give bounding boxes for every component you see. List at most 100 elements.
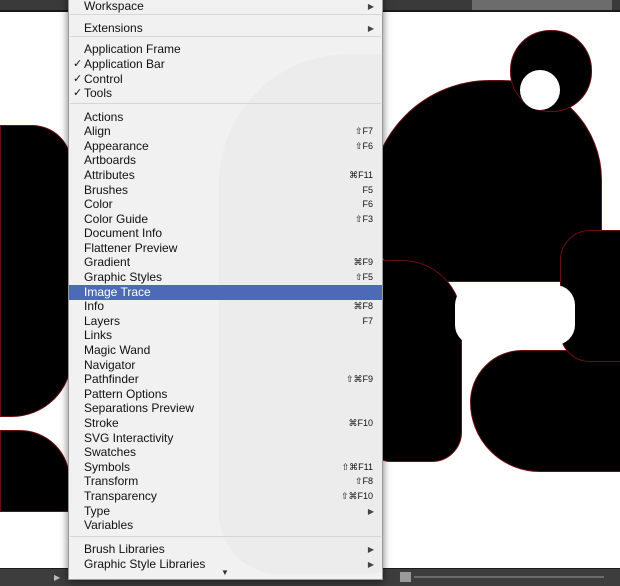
menu-scroll-down-icon[interactable]: ▼: [221, 568, 229, 577]
menu-item-label: Extensions: [84, 21, 143, 35]
menu-item-label: Image Trace: [84, 285, 151, 299]
artwork-shape: [370, 260, 462, 462]
menu-item-separations-preview[interactable]: Separations Preview: [69, 401, 382, 416]
menu-item-transparency[interactable]: Transparency ⇧⌘F10: [69, 489, 382, 504]
horizontal-scroll-track[interactable]: [414, 576, 604, 578]
menu-item-links[interactable]: Links: [69, 328, 382, 343]
menu-item-extensions[interactable]: Extensions ▶: [69, 21, 382, 36]
menu-item-label: Type: [84, 504, 111, 518]
menu-item-pathfinder[interactable]: Pathfinder ⇧⌘F9: [69, 372, 382, 387]
menu-item-label: Info: [84, 299, 105, 313]
menu-item-label: Brush Libraries: [84, 542, 165, 556]
menu-item-application-frame[interactable]: Application Frame: [69, 42, 382, 57]
menu-item-shortcut: ⌘F10: [348, 418, 373, 428]
menu-item-label: Document Info: [84, 226, 163, 240]
menu-item-label: Transform: [84, 474, 139, 488]
menu-item-color-guide[interactable]: Color Guide ⇧F3: [69, 212, 382, 227]
menu-item-shortcut: ⇧F6: [354, 141, 373, 151]
menu-item-label: Application Bar: [84, 57, 165, 71]
menu-item-shortcut: ⌘F8: [353, 301, 373, 311]
menu-item-label: SVG Interactivity: [84, 431, 174, 445]
menu-item-shortcut: F7: [362, 316, 373, 326]
menu-item-label: Gradient: [84, 255, 131, 269]
menu-item-control[interactable]: ✓ Control: [69, 72, 382, 87]
menu-item-shortcut: ⇧⌘F9: [345, 374, 373, 384]
menu-item-brush-libraries[interactable]: Brush Libraries ▶: [69, 542, 382, 557]
checkmark-icon: ✓: [73, 73, 83, 85]
menu-item-label: Variables: [84, 518, 134, 532]
menu-item-symbols[interactable]: Symbols ⇧⌘F11: [69, 460, 382, 475]
status-nav-arrow-icon[interactable]: ▶: [54, 573, 60, 582]
menu-item-label: Tools: [84, 86, 113, 100]
menu-item-label: Align: [84, 124, 111, 138]
menu-item-graphic-styles[interactable]: Graphic Styles ⇧F5: [69, 270, 382, 285]
menu-item-label: Artboards: [84, 153, 137, 167]
menu-item-flattener-preview[interactable]: Flattener Preview: [69, 241, 382, 256]
menu-item-workspace[interactable]: Workspace ▶: [69, 0, 382, 14]
menu-item-shortcut: ⇧⌘F11: [341, 462, 373, 472]
menu-separator: [70, 536, 381, 537]
menu-item-tools[interactable]: ✓ Tools: [69, 86, 382, 101]
artwork-gap: [520, 70, 560, 110]
submenu-arrow-icon: ▶: [367, 507, 374, 516]
menu-item-info[interactable]: Info ⌘F8: [69, 299, 382, 314]
menu-item-label: Workspace: [84, 0, 144, 13]
submenu-arrow-icon: ▶: [367, 2, 374, 11]
submenu-arrow-icon: ▶: [367, 24, 374, 33]
menu-item-shortcut: ⇧F7: [354, 126, 373, 136]
menu-item-transform[interactable]: Transform ⇧F8: [69, 474, 382, 489]
menu-item-layers[interactable]: Layers F7: [69, 314, 382, 329]
menu-separator: [70, 14, 381, 15]
menu-item-label: Layers: [84, 314, 121, 328]
artwork-shape: [0, 430, 70, 512]
menu-item-label: Separations Preview: [84, 401, 195, 415]
menu-item-image-trace[interactable]: Image Trace: [69, 285, 382, 300]
submenu-arrow-icon: ▶: [367, 545, 374, 554]
menu-item-shortcut: ⇧F5: [354, 272, 373, 282]
menu-item-label: Magic Wand: [84, 343, 151, 357]
menu-item-label: Color Guide: [84, 212, 149, 226]
menu-item-document-info[interactable]: Document Info: [69, 226, 382, 241]
menu-item-shortcut: ⇧F3: [354, 214, 373, 224]
menu-item-label: Symbols: [84, 460, 131, 474]
menu-item-align[interactable]: Align ⇧F7: [69, 124, 382, 139]
menu-item-label: Graphic Styles: [84, 270, 163, 284]
menu-item-shortcut: ⇧⌘F10: [340, 491, 373, 501]
menu-item-label: Application Frame: [84, 42, 181, 56]
menu-item-label: Pattern Options: [84, 387, 168, 401]
menu-item-attributes[interactable]: Attributes ⌘F11: [69, 168, 382, 183]
horizontal-scroll-thumb[interactable]: [400, 572, 411, 582]
menu-item-appearance[interactable]: Appearance ⇧F6: [69, 139, 382, 154]
menu-item-gradient[interactable]: Gradient ⌘F9: [69, 255, 382, 270]
menu-item-label: Color: [84, 197, 113, 211]
menu-item-navigator[interactable]: Navigator: [69, 358, 382, 373]
menu-item-pattern-options[interactable]: Pattern Options: [69, 387, 382, 402]
menu-item-artboards[interactable]: Artboards: [69, 153, 382, 168]
menu-item-label: Flattener Preview: [84, 241, 178, 255]
menu-item-type[interactable]: Type ▶: [69, 504, 382, 519]
menu-item-stroke[interactable]: Stroke ⌘F10: [69, 416, 382, 431]
menu-item-brushes[interactable]: Brushes F5: [69, 183, 382, 198]
menu-item-label: Control: [84, 72, 123, 86]
menu-item-magic-wand[interactable]: Magic Wand: [69, 343, 382, 358]
menu-item-application-bar[interactable]: ✓ Application Bar: [69, 57, 382, 72]
submenu-arrow-icon: ▶: [367, 560, 374, 569]
artwork-shape: [0, 125, 72, 417]
menu-item-label: Swatches: [84, 445, 137, 459]
artwork-shape: [470, 350, 620, 472]
menu-separator: [70, 103, 381, 104]
menu-item-label: Graphic Style Libraries: [84, 557, 206, 571]
menu-item-variables[interactable]: Variables: [69, 518, 382, 533]
artwork-gap: [455, 285, 575, 345]
menu-item-label: Navigator: [84, 358, 136, 372]
window-menu: Workspace ▶ Extensions ▶ Application Frame ✓ A…: [68, 0, 383, 580]
menu-item-svg-interactivity[interactable]: SVG Interactivity: [69, 431, 382, 446]
menu-item-label: Pathfinder: [84, 372, 139, 386]
menu-item-label: Brushes: [84, 183, 129, 197]
menu-item-actions[interactable]: Actions: [69, 110, 382, 125]
menu-item-shortcut: ⇧F8: [354, 476, 373, 486]
menu-item-label: Links: [84, 328, 113, 342]
menu-item-color[interactable]: Color F6: [69, 197, 382, 212]
control-bar-panel: [472, 0, 612, 10]
menu-item-swatches[interactable]: Swatches: [69, 445, 382, 460]
